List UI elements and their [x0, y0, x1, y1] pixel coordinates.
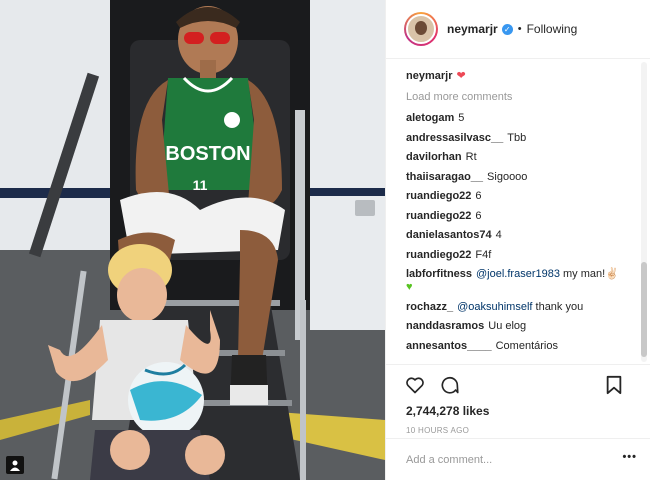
- following-button[interactable]: Following: [527, 22, 578, 36]
- comment-username[interactable]: ruandiego22: [406, 190, 471, 202]
- comment-mention-link[interactable]: @joel.fraser1983: [476, 268, 560, 280]
- comment-text: Sigoooo: [487, 170, 528, 183]
- comment-username[interactable]: andressasilvasc__: [406, 132, 503, 144]
- load-more-comments-button[interactable]: Load more comments: [406, 91, 636, 103]
- caption-username[interactable]: neymarjr: [406, 70, 452, 82]
- comment-item: thaiisaragao__ Sigoooo: [406, 171, 636, 184]
- jersey-number: 11: [193, 177, 208, 193]
- comment-text: Tbb: [507, 131, 527, 144]
- comment-item: labforfitness @joel.fraser1983 my man!✌🏻 ♥: [406, 268, 636, 294]
- jersey-text: BOSTON: [165, 143, 250, 165]
- post-timestamp[interactable]: 10 HOURS AGO: [386, 426, 650, 435]
- comment-username[interactable]: rochazz_: [406, 301, 453, 313]
- bookmark-icon[interactable]: [603, 374, 625, 396]
- comment-text: 6: [475, 190, 482, 202]
- caption: neymarjr ❤: [406, 69, 636, 82]
- post-photo[interactable]: BOSTON 11: [0, 0, 385, 480]
- comment-item: davilorhan Rt: [406, 151, 636, 164]
- comment-mention-link[interactable]: @oaksuhimself: [457, 301, 532, 313]
- comment-item: aletogam 5: [406, 112, 636, 125]
- comment-text: F4f: [475, 248, 492, 261]
- comment-username[interactable]: aletogam: [406, 112, 454, 124]
- comment-username[interactable]: annesantos____: [406, 340, 492, 352]
- separator-dot: •: [517, 23, 522, 35]
- comment-text: my man!✌🏻: [563, 268, 619, 280]
- likes-count[interactable]: 2,744,278 likes: [386, 404, 650, 418]
- caption-heart-emoji: ❤: [456, 70, 466, 82]
- comment-text: 6: [475, 209, 482, 222]
- comment-username[interactable]: danielasantos74: [406, 229, 492, 241]
- comment-username[interactable]: davilorhan: [406, 151, 462, 163]
- scrollbar-thumb[interactable]: [641, 262, 647, 357]
- post-footer: 2,744,278 likes 10 HOURS AGO: [386, 364, 650, 435]
- comment-username[interactable]: ruandiego22: [406, 249, 471, 261]
- comment-text: thank you: [535, 300, 584, 313]
- comment-item: ruandiego22 F4f: [406, 249, 636, 262]
- avatar[interactable]: [404, 12, 438, 46]
- verified-badge-icon: ✓: [501, 23, 513, 35]
- comment-item: nanddasramos Uu elog: [406, 320, 636, 333]
- user-tag-icon[interactable]: [6, 456, 24, 474]
- comments-list: neymarjr ❤ Load more comments aletogam 5 a…: [386, 59, 636, 364]
- comment-text: Uu elog: [488, 320, 527, 332]
- comment-username[interactable]: thaiisaragao__: [406, 171, 483, 183]
- post-header: neymarjr ✓ • Following: [386, 0, 650, 59]
- comment-username[interactable]: ruandiego22: [406, 210, 471, 222]
- post-side-panel: neymarjr ✓ • Following neymarjr ❤ Load mo…: [385, 0, 650, 480]
- add-comment-input[interactable]: Add a comment... •••: [386, 438, 650, 480]
- comment-item: andressasilvasc__ Tbb: [406, 132, 636, 145]
- post-image: BOSTON 11: [0, 0, 385, 480]
- comment-text: 5: [458, 112, 465, 124]
- comment-item: ruandiego22 6: [406, 210, 636, 223]
- comments-scrollbar[interactable]: [641, 62, 647, 362]
- comment-username[interactable]: nanddasramos: [406, 320, 484, 332]
- green-heart-emoji: ♥: [406, 281, 413, 293]
- comment-text: Comentários: [495, 339, 558, 352]
- more-options-button[interactable]: •••: [622, 451, 637, 463]
- add-comment-placeholder: Add a comment...: [406, 453, 493, 466]
- comment-item: ruandiego22 6: [406, 190, 636, 203]
- comment-item: annesantos____ Comentários: [406, 340, 636, 353]
- comment-username[interactable]: labforfitness: [406, 268, 472, 280]
- heart-icon[interactable]: [404, 374, 426, 396]
- comment-item: rochazz_ @oaksuhimself thank you: [406, 301, 636, 314]
- comment-text: Rt: [465, 151, 477, 163]
- comment-bubble-icon[interactable]: [438, 374, 460, 396]
- header-username[interactable]: neymarjr: [447, 22, 498, 36]
- action-bar: [386, 364, 650, 405]
- comment-text: 4: [495, 229, 502, 241]
- comment-item: danielasantos74 4: [406, 229, 636, 242]
